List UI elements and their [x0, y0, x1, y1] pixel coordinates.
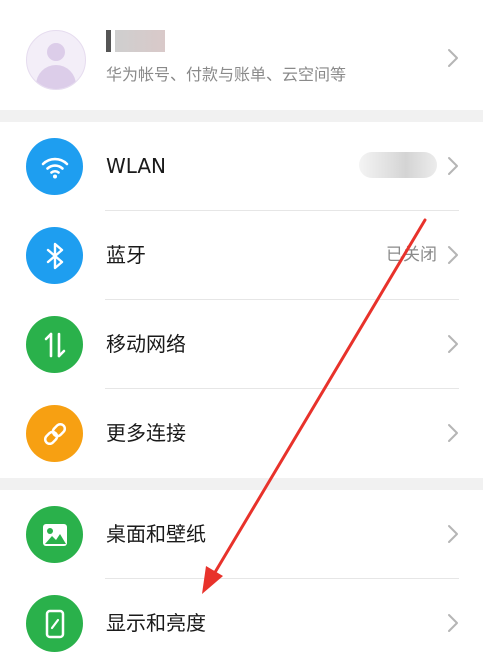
home-wallpaper-label: 桌面和壁纸	[106, 522, 206, 546]
mobile-data-icon	[26, 316, 83, 373]
image-icon	[26, 506, 83, 563]
account-subtitle: 华为帐号、付款与账单、云空间等	[106, 65, 347, 84]
wlan-network-redacted	[359, 152, 437, 178]
account-card[interactable]: 华为帐号、付款与账单、云空间等	[0, 0, 483, 110]
settings-item-wlan[interactable]: WLAN	[0, 122, 483, 211]
chevron-right-icon	[448, 157, 458, 175]
phone-brightness-icon	[26, 595, 83, 652]
more-connections-label: 更多连接	[106, 421, 186, 445]
settings-page: 华为帐号、付款与账单、云空间等 WLAN 蓝牙 已关闭 移动网络 更多连接 桌面…	[0, 0, 483, 657]
avatar-icon	[26, 30, 86, 90]
mobile-network-label: 移动网络	[106, 332, 186, 356]
chevron-right-icon	[448, 246, 458, 264]
account-name-redacted	[106, 30, 165, 52]
wlan-label: WLAN	[106, 154, 167, 178]
chevron-right-icon	[448, 525, 458, 543]
chevron-right-icon	[448, 424, 458, 442]
settings-item-bluetooth[interactable]: 蓝牙 已关闭	[0, 211, 483, 300]
bluetooth-label: 蓝牙	[106, 243, 146, 267]
link-icon	[26, 405, 83, 462]
chevron-right-icon	[448, 49, 458, 67]
display-brightness-label: 显示和亮度	[106, 611, 206, 635]
settings-item-more-connections[interactable]: 更多连接	[0, 389, 483, 478]
settings-item-mobile-network[interactable]: 移动网络	[0, 300, 483, 389]
display-card: 桌面和壁纸 显示和亮度	[0, 490, 483, 657]
settings-item-home-wallpaper[interactable]: 桌面和壁纸	[0, 490, 483, 579]
bluetooth-icon	[26, 227, 83, 284]
chevron-right-icon	[448, 614, 458, 632]
connectivity-card: WLAN 蓝牙 已关闭 移动网络 更多连接	[0, 122, 483, 478]
bluetooth-status: 已关闭	[386, 245, 437, 265]
chevron-right-icon	[448, 335, 458, 353]
settings-item-display-brightness[interactable]: 显示和亮度	[0, 579, 483, 657]
wifi-icon	[26, 138, 83, 195]
